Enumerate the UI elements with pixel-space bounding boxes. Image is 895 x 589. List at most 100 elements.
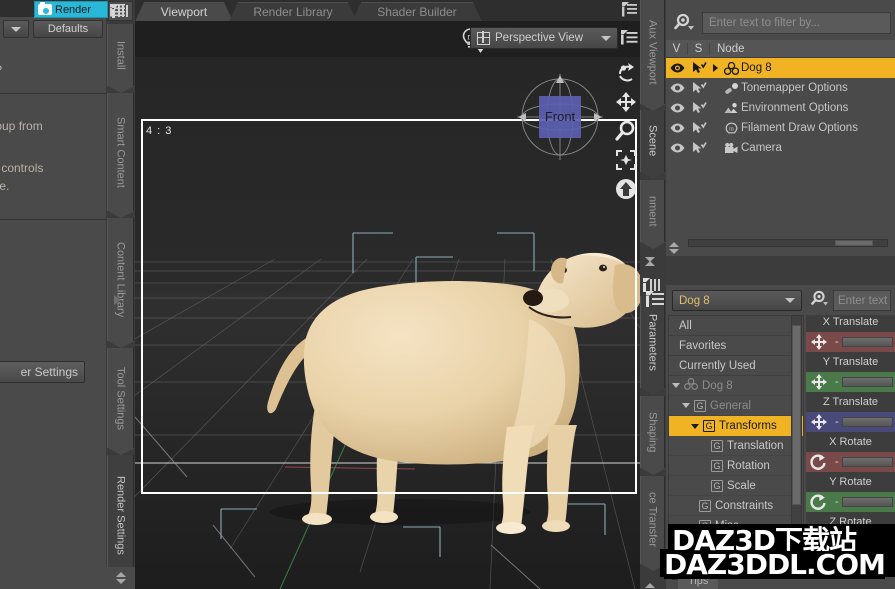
left-panel-dropdown-button[interactable] [3,20,29,38]
visibility-eye-icon[interactable] [666,103,688,113]
slider-y-rotate[interactable]: Y Rotate - [806,475,895,515]
pan-icon[interactable] [615,91,637,113]
tab-tips[interactable]: Tips [678,573,718,589]
divider-2 [0,219,106,220]
tab-label: Shaping [647,412,659,452]
collapse-arrow-icon[interactable] [672,383,680,388]
move-icon[interactable] [806,332,832,352]
tab-render-library[interactable]: Render Library [238,2,348,21]
viewport-options-menu-button[interactable] [621,29,638,46]
sidebar-tab-shaping[interactable]: Shaping [640,396,665,468]
scene-filter-options-button[interactable] [670,11,700,35]
reset-view-icon[interactable] [615,178,637,200]
sidebar-tab-aux-viewport[interactable]: Aux Viewport [640,0,665,104]
right-tabbar-scroll-bottom[interactable] [645,571,655,583]
param-group-transforms[interactable]: G Transforms [669,416,803,436]
sidebar-tab-render-settings[interactable]: Render Settings [107,455,134,575]
scene-node-tonemapper-options[interactable]: Tonemapper Options [666,78,895,98]
daz-studio-window: Defaults do? ty group from erty controls… [0,0,895,589]
slider-value: - [832,416,842,428]
parameter-sliders[interactable]: X Translate - Y Translate [806,315,895,563]
scene-filter-input[interactable]: Enter text to filter by... [702,12,891,34]
param-group-misc[interactable]: G Misc [669,516,803,536]
param-group-all[interactable]: All [669,316,803,336]
search-icon[interactable] [811,290,831,311]
selectable-cursor-icon[interactable] [688,142,710,154]
scene-node-camera[interactable]: Camera [666,138,895,158]
collapse-arrow-icon[interactable] [691,424,699,429]
slider-x-translate[interactable]: X Translate - [806,315,895,355]
frame-icon[interactable] [615,149,637,171]
orbit-icon[interactable] [615,62,637,84]
rotate-icon[interactable] [806,532,832,552]
collapse-arrow-icon[interactable] [682,403,690,408]
scene-node-filament-draw-options[interactable]: m Filament Draw Options [666,118,895,138]
slider-track[interactable] [842,337,893,347]
selectable-cursor-icon[interactable] [688,82,710,94]
parameters-menu-button[interactable] [646,291,665,310]
sidebar-tab-environment[interactable]: nment [640,180,665,242]
selectable-cursor-icon[interactable] [688,102,710,114]
selectable-cursor-icon[interactable] [688,62,710,74]
search-icon [674,13,696,33]
visibility-eye-icon[interactable] [666,123,688,133]
tab-shader-builder[interactable]: Shader Builder [361,2,473,21]
render-settings-button[interactable]: er Settings [0,361,85,383]
rotate-icon[interactable] [806,452,832,472]
zoom-icon[interactable] [615,120,637,142]
visibility-eye-icon[interactable] [666,63,688,73]
panel-options-menu-button[interactable] [110,2,126,17]
param-group-favorites[interactable]: Favorites [669,336,803,356]
view-selector-dropdown[interactable]: Perspective View [470,27,618,49]
scene-horizontal-scrollbar[interactable] [688,239,888,247]
scene-tree[interactable]: Dog 8 [666,58,895,233]
left-tabbar-scroll[interactable] [106,567,135,589]
expand-arrow-icon[interactable] [710,64,721,72]
tab-viewport[interactable]: Viewport [144,2,224,21]
slider-z-rotate[interactable]: Z Rotate - [806,515,895,555]
view-orientation-cube[interactable]: Front [515,72,605,162]
slider-z-translate[interactable]: Z Translate - [806,395,895,435]
slider-track[interactable] [842,497,893,507]
sidebar-tab-scene[interactable]: Scene [640,110,665,172]
move-icon[interactable] [806,412,832,432]
scene-scroll-buttons[interactable] [669,242,679,254]
sidebar-tab-tool-settings[interactable]: Tool Settings [107,348,134,448]
scrollbar-thumb[interactable] [835,240,873,246]
slider-track[interactable] [842,457,893,467]
selectable-cursor-icon[interactable] [688,122,710,134]
scene-node-environment-options[interactable]: Environment Options [666,98,895,118]
slider-track[interactable] [842,417,893,427]
param-group-dog-8[interactable]: Dog 8 [669,376,803,396]
sidebar-tab-install[interactable]: Install [107,24,134,86]
visibility-eye-icon[interactable] [666,143,688,153]
rotate-icon[interactable] [806,492,832,512]
right-tabbar-scroll-down[interactable] [645,262,655,274]
parameters-filter-input[interactable]: Enter text to [833,290,891,311]
param-group-general[interactable]: G General [669,396,803,416]
slider-track[interactable] [842,537,893,547]
move-icon[interactable] [806,372,832,392]
slider-track[interactable] [842,377,893,387]
parameters-object-selector[interactable]: Dog 8 [672,290,802,311]
visibility-eye-icon[interactable] [666,83,688,93]
sidebar-tab-content-library[interactable]: Content Library [107,218,134,341]
slider-x-rotate[interactable]: X Rotate - [806,435,895,475]
parameters-tree-scrollbar[interactable] [791,315,802,563]
render-button[interactable]: Render [34,1,108,18]
scene-node-dog-8[interactable]: Dog 8 [666,58,895,78]
defaults-button[interactable]: Defaults [33,20,103,38]
scrollbar-thumb[interactable] [792,325,801,505]
param-group-translation[interactable]: G Translation [669,436,803,456]
sidebar-tab-surface-transfer[interactable]: ce Transfer [640,476,665,564]
param-group-currently-used[interactable]: Currently Used [669,356,803,376]
tabstrip-menu-button[interactable] [622,2,638,18]
3d-viewport[interactable]: 4 : 3 Front [135,57,640,589]
panel-collapse-arrow-icon[interactable] [114,295,121,305]
sidebar-tab-smart-content[interactable]: Smart Content [107,93,134,211]
param-group-scale[interactable]: G Scale [669,476,803,496]
param-group-rotation[interactable]: G Rotation [669,456,803,476]
slider-y-translate[interactable]: Y Translate - [806,355,895,395]
parameters-group-tree[interactable]: All Favorites Currently Used Dog 8 [668,315,804,563]
param-group-constraints[interactable]: G Constraints [669,496,803,516]
